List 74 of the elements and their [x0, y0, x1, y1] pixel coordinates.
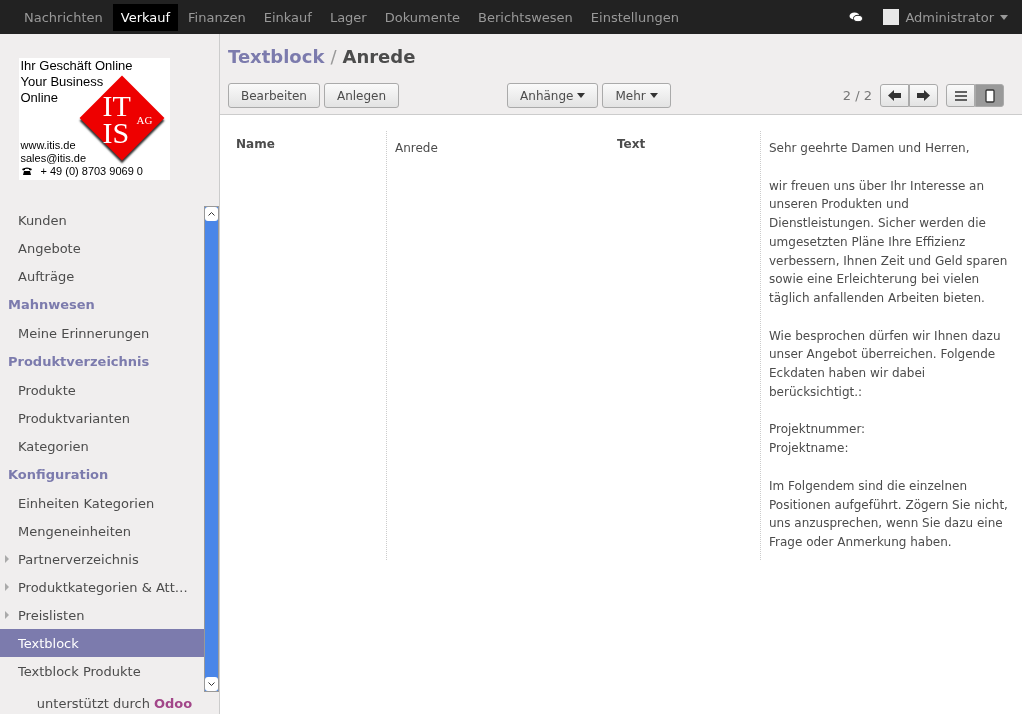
scroll-down-button[interactable]	[205, 677, 218, 691]
menu-item[interactable]: Nachrichten	[16, 3, 111, 31]
expand-icon	[5, 583, 9, 591]
form-icon	[984, 88, 995, 103]
field-value: Sehr geehrte Damen und Herren,	[769, 140, 971, 157]
avatar	[883, 9, 900, 25]
sidebar-item[interactable]: Kategorien	[0, 432, 204, 460]
powered-by-text: unterstützt durch	[36, 695, 150, 711]
breadcrumb-separator: /	[330, 46, 337, 67]
expand-icon	[5, 555, 9, 563]
brand-link[interactable]: Odoo	[153, 695, 193, 711]
arrow-left-icon	[888, 90, 901, 101]
field-value: Im Folgendem sind die einzelnen Positionen aufgeführt. Zögern Sie nicht, uns anzusprechen, wenn Sie dazu eine Frage oder Anmerkung haben.	[769, 477, 1009, 551]
field-label: Name	[235, 136, 276, 153]
field-value: wir freuen uns über Ihr Interesse an unseren Produkten und Dienstleistungen. Sicher werden die umgesetzten Pläne Ihre Effizienz verbessern, Ihnen Zeit und Geld sparen sowie eine Erleichterung bei vielen täglich anfallenden Arbeiten bieten.	[769, 177, 1009, 307]
menu-item[interactable]: Einstellungen	[582, 3, 687, 31]
caret-icon	[649, 93, 658, 98]
logo-slogan: Online	[20, 90, 59, 105]
logo-slogan: Ihr Geschäft Online	[20, 58, 133, 73]
phone-icon	[21, 167, 32, 175]
logo-email: sales@itis.de	[20, 152, 87, 165]
logo-website: www.itis.de	[20, 139, 76, 152]
field-label: Text	[616, 136, 647, 153]
sidebar-item[interactable]: Produktkategorien & Att…	[0, 573, 204, 601]
logo-phone: + 49 (0) 8703 9069 0	[40, 165, 143, 178]
field-value: Wie besprochen dürfen wir Ihnen dazu unser Angebot überreichen. Folgende Eckdaten haben wir dabei berücksichtigt.:	[769, 327, 1002, 401]
menu-item[interactable]: Lager	[321, 3, 375, 31]
next-button[interactable]	[909, 84, 938, 107]
chevron-down-icon	[208, 682, 215, 686]
action-button[interactable]: Anlegen	[323, 83, 400, 108]
scroll-up-button[interactable]	[205, 207, 218, 221]
record-title: Anrede	[342, 46, 416, 67]
view-switch-button[interactable]	[975, 84, 1004, 107]
user-menu[interactable]: Administrator	[905, 9, 994, 25]
field-value: Projektnummer: Projektname:	[769, 421, 867, 458]
caret-icon	[577, 93, 586, 98]
dropdown-button[interactable]: Mehr	[602, 83, 671, 108]
sidebar-item[interactable]: Kunden	[0, 206, 204, 234]
menu-item[interactable]: Verkauf	[112, 3, 179, 31]
scrollbar[interactable]	[204, 206, 219, 692]
field-value: Anrede	[395, 140, 439, 157]
pager-text: 2 / 2	[842, 88, 872, 103]
logo-mark: AG	[136, 115, 153, 126]
previous-button[interactable]	[880, 84, 909, 107]
sidebar-item[interactable]: Aufträge	[0, 262, 204, 290]
sidebar-item[interactable]: Preislisten	[0, 601, 204, 629]
logo-mark: IT	[102, 91, 131, 121]
menu-section-header: Produktverzeichnis	[7, 353, 151, 371]
arrow-right-icon	[917, 90, 930, 101]
sidebar-item[interactable]: Textblock	[0, 629, 204, 657]
sidebar-item[interactable]: Partnerverzeichnis	[0, 545, 204, 573]
logo-mark: IS	[102, 118, 130, 148]
expand-icon	[5, 611, 9, 619]
chevron-up-icon	[208, 212, 215, 216]
menu-section-header: Mahnwesen	[7, 296, 96, 314]
menu-item[interactable]: Finanzen	[180, 3, 254, 31]
view-switch-button[interactable]	[946, 84, 975, 107]
sidebar-item[interactable]: Produktvarianten	[0, 404, 204, 432]
dropdown-button[interactable]: Anhänge	[507, 83, 599, 108]
menu-item[interactable]: Berichtswesen	[470, 3, 581, 31]
chat-icon[interactable]	[849, 11, 864, 23]
action-button[interactable]: Bearbeiten	[228, 83, 320, 108]
sidebar-item[interactable]: Angebote	[0, 234, 204, 262]
sidebar-item[interactable]: Mengeneinheiten	[0, 517, 204, 545]
menu-item[interactable]: Dokumente	[376, 3, 469, 31]
caret-icon	[1000, 14, 1008, 20]
logo-slogan: Your Business	[20, 74, 104, 89]
sidebar-item[interactable]: Produkte	[0, 376, 204, 404]
sidebar-item[interactable]: Einheiten Kategorien	[0, 489, 204, 517]
sidebar-item[interactable]: Textblock Produkte	[0, 657, 204, 685]
menu-section-header: Konfiguration	[7, 466, 110, 484]
list-icon	[954, 90, 967, 101]
sidebar-item[interactable]: Meine Erinnerungen	[0, 319, 204, 347]
menu-item[interactable]: Einkauf	[255, 3, 320, 31]
